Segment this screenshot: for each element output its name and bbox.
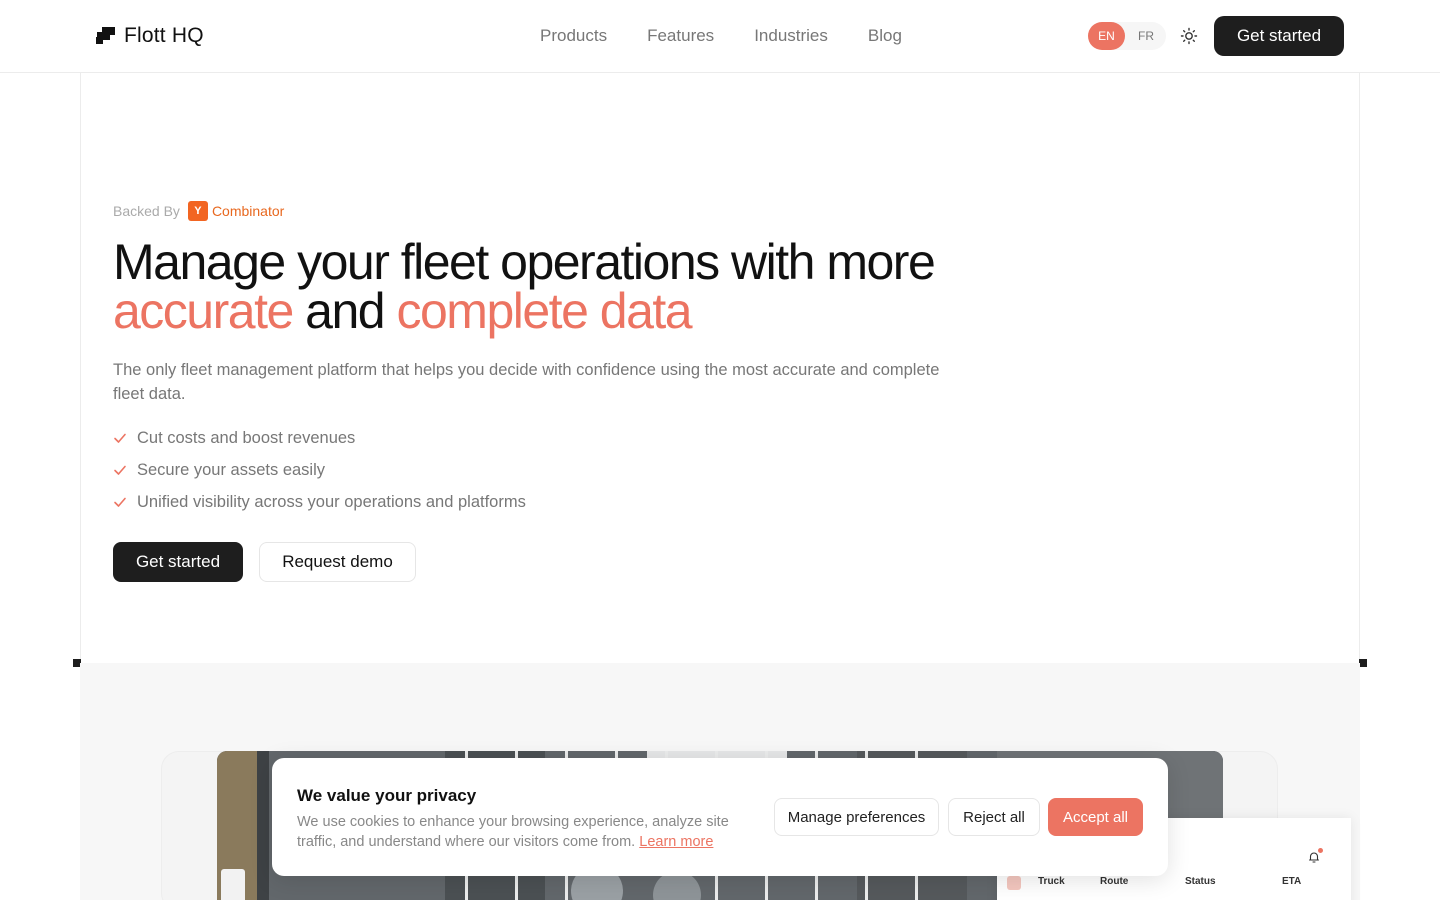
hero-headline: Manage your fleet operations with more a… — [113, 237, 1013, 339]
headline-accent-complete: complete data — [396, 283, 693, 339]
lang-en-button[interactable]: EN — [1088, 22, 1125, 50]
sun-icon[interactable] — [1180, 27, 1198, 45]
nav-products[interactable]: Products — [540, 26, 607, 46]
yc-logo-icon: Y — [187, 201, 208, 221]
frame-line-left — [80, 73, 81, 663]
column-truck: Truck — [1038, 876, 1065, 887]
headline-accent-accurate: accurate — [113, 283, 294, 339]
learn-more-link[interactable]: Learn more — [639, 834, 713, 850]
list-item: Unified visibility across your operation… — [113, 486, 526, 518]
headline-line1: Manage your fleet operations with more — [113, 234, 936, 290]
nav-industries[interactable]: Industries — [754, 26, 828, 46]
cookie-title: We value your privacy — [297, 786, 477, 805]
headline-and: and — [292, 283, 397, 339]
hero-subtitle: The only fleet management platform that … — [113, 361, 940, 403]
flott-logo-icon — [96, 26, 116, 46]
brand-name: Flott HQ — [124, 24, 204, 47]
lang-fr-button[interactable]: FR — [1128, 22, 1164, 50]
feature-text: Unified visibility across your operation… — [137, 492, 526, 511]
column-status: Status — [1185, 876, 1216, 887]
frame-corner-right — [1359, 659, 1367, 667]
brand-logo[interactable]: Flott HQ — [96, 24, 204, 48]
reject-all-button[interactable]: Reject all — [948, 798, 1040, 836]
feature-text: Secure your assets easily — [137, 460, 326, 479]
feature-text: Cut costs and boost revenues — [137, 428, 356, 447]
main-nav: Products Features Industries Blog — [540, 26, 902, 46]
yc-name: Combinator — [211, 203, 285, 219]
frame-line-right — [1359, 73, 1360, 663]
column-eta: ETA — [1282, 876, 1302, 887]
select-all-checkbox[interactable] — [1007, 876, 1021, 890]
feature-list: Cut costs and boost revenues Secure your… — [113, 422, 526, 518]
manage-preferences-button[interactable]: Manage preferences — [774, 798, 939, 836]
check-icon — [113, 463, 127, 477]
cookie-text: We use cookies to enhance your browsing … — [297, 812, 747, 852]
nav-blog[interactable]: Blog — [868, 26, 902, 46]
check-icon — [113, 495, 127, 509]
request-demo-button[interactable]: Request demo — [259, 542, 416, 582]
notification-dot — [1318, 848, 1323, 853]
site-header: Flott HQ Products Features Industries Bl… — [0, 0, 1440, 73]
cookie-banner: We value your privacy We use cookies to … — [272, 758, 1168, 876]
backed-by-label: Backed By — [113, 203, 180, 219]
nav-features[interactable]: Features — [647, 26, 714, 46]
column-route: Route — [1100, 876, 1129, 887]
check-icon — [113, 431, 127, 445]
backed-by: Backed By Y Combinator — [113, 201, 284, 221]
header-get-started-button[interactable]: Get started — [1214, 16, 1344, 56]
hero-get-started-button[interactable]: Get started — [113, 542, 243, 582]
list-item: Cut costs and boost revenues — [113, 422, 526, 454]
list-item: Secure your assets easily — [113, 454, 526, 486]
language-switcher: EN FR — [1088, 22, 1166, 50]
accept-all-button[interactable]: Accept all — [1048, 798, 1143, 836]
